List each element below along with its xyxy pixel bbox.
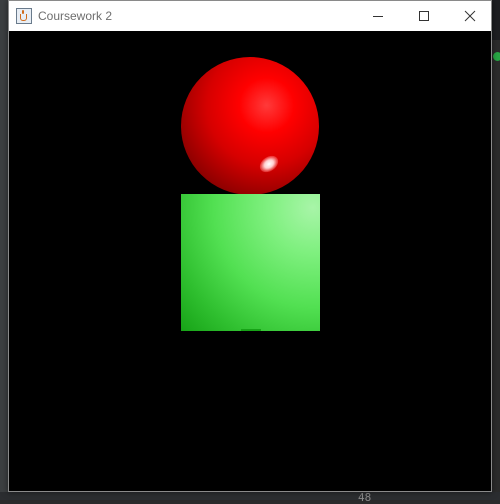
render-canvas[interactable]: [9, 31, 491, 491]
app-window: Coursework 2: [8, 0, 492, 492]
ide-status-icon: [493, 52, 500, 61]
java-app-icon: [16, 8, 32, 24]
close-icon: [464, 10, 476, 22]
ide-line-number: 48: [358, 491, 372, 504]
green-cube-edge: [241, 329, 261, 331]
title-bar[interactable]: Coursework 2: [9, 1, 491, 31]
red-sphere: [181, 57, 319, 195]
green-cube: [181, 194, 320, 331]
sphere-specular-highlight: [256, 152, 282, 176]
maximize-icon: [419, 11, 429, 21]
maximize-button[interactable]: [401, 1, 447, 31]
window-title: Coursework 2: [38, 9, 113, 23]
close-button[interactable]: [447, 1, 493, 31]
minimize-icon: [373, 16, 383, 17]
ide-bottom-strip: [0, 492, 500, 500]
minimize-button[interactable]: [355, 1, 401, 31]
ide-left-strip: [0, 0, 8, 500]
